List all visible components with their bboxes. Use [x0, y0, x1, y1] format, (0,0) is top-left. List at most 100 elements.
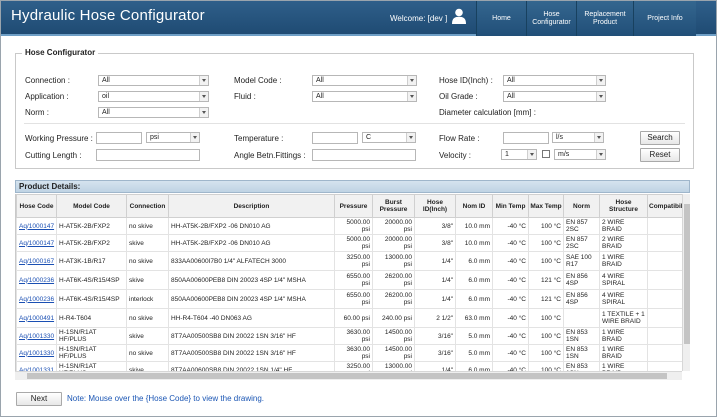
horizontal-scrollbar[interactable]: [15, 371, 682, 380]
temperature-input[interactable]: [312, 132, 358, 144]
fluid-label: Fluid :: [234, 92, 256, 101]
column-header[interactable]: Norm: [563, 194, 600, 218]
hose-code-link[interactable]: Aq/1001330: [16, 344, 57, 362]
table-cell: 5000.00 psi: [334, 234, 373, 252]
table-cell: 5.0 mm: [455, 327, 493, 345]
column-header[interactable]: Min Temp: [492, 194, 529, 218]
table-cell: 3630.00 psi: [334, 327, 373, 345]
table-cell: 1/4": [414, 289, 456, 309]
reset-button[interactable]: Reset: [640, 148, 680, 162]
oil-grade-select[interactable]: All: [503, 91, 606, 102]
table-cell: 100 °C: [528, 251, 564, 271]
scroll-thumb[interactable]: [684, 204, 690, 344]
nav-replacement-product[interactable]: Replacement Product: [576, 1, 633, 36]
hose-code-link[interactable]: Aq/1000491: [16, 308, 57, 328]
user-icon[interactable]: [452, 8, 466, 24]
chevron-down-icon: [199, 108, 208, 117]
pressure-unit-select[interactable]: psi: [146, 132, 200, 143]
nav-hose-configurator[interactable]: Hose Configurator: [526, 1, 576, 36]
velocity-unit-select[interactable]: m/s: [554, 149, 606, 160]
hose-id-select[interactable]: All: [503, 75, 606, 86]
chevron-down-icon: [596, 92, 605, 101]
table-cell: -40 °C: [492, 251, 529, 271]
column-header[interactable]: Pressure: [334, 194, 373, 218]
table-cell: 6550.00 psi: [334, 289, 373, 309]
table-row[interactable]: Aq/1000167 H-AT3K-1B/R17 no skive 833AA0060…: [16, 251, 686, 271]
table-cell: 20000.00 psi: [372, 217, 415, 235]
next-button[interactable]: Next: [16, 392, 62, 406]
scroll-thumb[interactable]: [27, 373, 667, 379]
flow-unit-select[interactable]: l/s: [552, 132, 604, 143]
table-row[interactable]: Aq/1000236 H-AT6K-4S/R15/4SP skive 850AA006…: [16, 270, 686, 290]
application-select[interactable]: oil: [98, 91, 209, 102]
table-cell: 63.0 mm: [455, 308, 493, 328]
table-cell: 3/8": [414, 217, 456, 235]
table-cell: -40 °C: [492, 234, 529, 252]
hose-code-link[interactable]: Aq/1000147: [16, 217, 57, 235]
velocity-checkbox[interactable]: [542, 150, 550, 158]
table-cell: -40 °C: [492, 361, 529, 371]
app-frame: Hydraulic Hose Configurator Welcome: [de…: [0, 0, 717, 417]
table-cell: [647, 344, 686, 362]
table-cell: 4 WIRE SPIRAL: [599, 270, 648, 290]
column-header[interactable]: Burst Pressure: [372, 194, 415, 218]
table-body: Aq/1000147 H-AT5K-2B/FXP2 no skive HH-AT5K-…: [16, 217, 686, 371]
nav-home[interactable]: Home: [476, 1, 526, 36]
divider: [24, 123, 685, 124]
velocity-unit-value: m/s: [558, 151, 570, 158]
table-cell: 3/16": [414, 344, 456, 362]
table-cell: 850AA00600PEB8 DIN 20023 4SP 1/4" MSHA: [168, 270, 335, 290]
temperature-unit-select[interactable]: C: [362, 132, 416, 143]
table-cell: 20000.00 psi: [372, 234, 415, 252]
header-bar: Hydraulic Hose Configurator Welcome: [de…: [1, 1, 716, 36]
table-cell: HH-R4-T604 -40 DN063 AG: [168, 308, 335, 328]
table-cell: 6550.00 psi: [334, 270, 373, 290]
column-header[interactable]: Hose ID(Inch): [414, 194, 456, 218]
diameter-calculation-label: Diameter calculation [mm] :: [439, 108, 536, 117]
table-cell: 3250.00 psi: [334, 251, 373, 271]
table-row[interactable]: Aq/1001330 H-1SN/R1AT HF/PLUS skive 8T7AA00…: [16, 327, 686, 345]
hose-code-link[interactable]: Aq/1001330: [16, 327, 57, 345]
column-header[interactable]: Hose Structure: [599, 194, 648, 218]
vertical-scrollbar[interactable]: [682, 194, 690, 371]
column-header[interactable]: Description: [168, 194, 335, 218]
table-row[interactable]: Aq/1001331H-1SN/R1AT HF/PLUSskive8T7AA00…: [16, 361, 686, 371]
hose-code-link[interactable]: Aq/1000167: [16, 251, 57, 271]
table-row[interactable]: Aq/1000491 H-R4-T604 no skive HH-R4-T604 -4…: [16, 308, 686, 328]
table-cell: [647, 234, 686, 252]
table-row[interactable]: Aq/1001330 H-1SN/R1AT HF/PLUS no skive 8T7A…: [16, 344, 686, 362]
table-cell: 100 °C: [528, 327, 564, 345]
fluid-select[interactable]: All: [312, 91, 417, 102]
chevron-down-icon: [407, 76, 416, 85]
table-cell: 1/4": [414, 361, 456, 371]
connection-select[interactable]: All: [98, 75, 209, 86]
column-header[interactable]: Hose Code: [16, 194, 57, 218]
table-cell: 6.0 mm: [455, 361, 493, 371]
nav-project-info[interactable]: Project Info: [633, 1, 696, 36]
cutting-length-input[interactable]: [96, 149, 200, 161]
column-header[interactable]: Connection: [126, 194, 169, 218]
table-row[interactable]: Aq/1000236 H-AT6K-4S/R15/4SP interlock 850A…: [16, 289, 686, 309]
hose-code-link[interactable]: Aq/1000236: [16, 270, 57, 290]
velocity-select[interactable]: 1: [501, 149, 537, 160]
chevron-down-icon: [190, 133, 199, 142]
column-header[interactable]: Max Temp: [528, 194, 564, 218]
product-table: Hose Code Model Code Connection Descript…: [16, 194, 690, 371]
hose-code-link[interactable]: Aq/1000236: [16, 289, 57, 309]
angle-input[interactable]: [312, 149, 416, 161]
flow-rate-input[interactable]: [503, 132, 549, 144]
table-row[interactable]: Aq/1000147 H-AT5K-2B/FXP2 no skive HH-AT5K-…: [16, 217, 686, 235]
working-pressure-input[interactable]: [96, 132, 142, 144]
column-header[interactable]: Model Code: [56, 194, 127, 218]
temperature-label: Temperature :: [234, 134, 284, 143]
column-header[interactable]: Nom ID: [455, 194, 493, 218]
hose-code-link[interactable]: Aq/1000147: [16, 234, 57, 252]
column-header[interactable]: Compatibility: [647, 194, 690, 218]
search-button[interactable]: Search: [640, 131, 680, 145]
norm-select[interactable]: All: [98, 107, 209, 118]
model-code-select[interactable]: All: [312, 75, 417, 86]
table-cell: EN 856 4SP: [563, 289, 600, 309]
table-cell: 850AA00600PEB8 DIN 20023 4SP 1/4" MSHA: [168, 289, 335, 309]
hose-code-link[interactable]: Aq/1001331: [16, 361, 57, 371]
table-row[interactable]: Aq/1000147 H-AT5K-2B/FXP2 skive HH-AT5K-2B/…: [16, 234, 686, 252]
